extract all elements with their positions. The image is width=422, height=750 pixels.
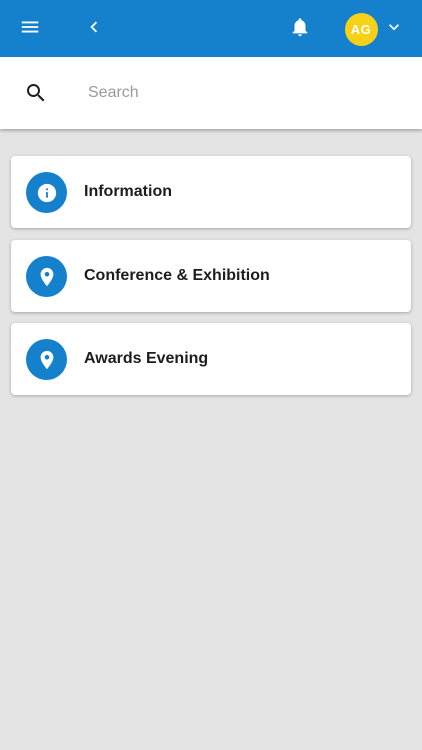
avatar: AG	[344, 12, 378, 46]
list-item-label: Information	[84, 183, 172, 200]
list-item-label: Conference & Exhibition	[84, 267, 270, 284]
search-icon	[24, 81, 48, 105]
list-item-awards-evening[interactable]: Awards Evening	[11, 323, 411, 395]
back-button[interactable]	[74, 9, 114, 49]
notifications-button[interactable]	[280, 9, 320, 49]
menu-icon	[19, 16, 41, 43]
location-pin-icon	[26, 256, 67, 297]
chevron-down-icon	[384, 17, 404, 42]
search-input[interactable]	[88, 77, 388, 109]
account-menu-button[interactable]: AG	[344, 10, 404, 48]
list-item-conference-exhibition[interactable]: Conference & Exhibition	[11, 240, 411, 312]
chevron-left-icon	[83, 16, 105, 43]
list-item-label: Awards Evening	[84, 350, 209, 367]
menu-button[interactable]	[10, 9, 50, 49]
list-item-information[interactable]: Information	[11, 156, 411, 228]
bell-icon	[289, 16, 311, 43]
location-pin-icon	[26, 339, 67, 380]
search-bar	[0, 57, 422, 129]
app-bar: AG	[0, 0, 422, 57]
info-icon	[26, 172, 67, 213]
